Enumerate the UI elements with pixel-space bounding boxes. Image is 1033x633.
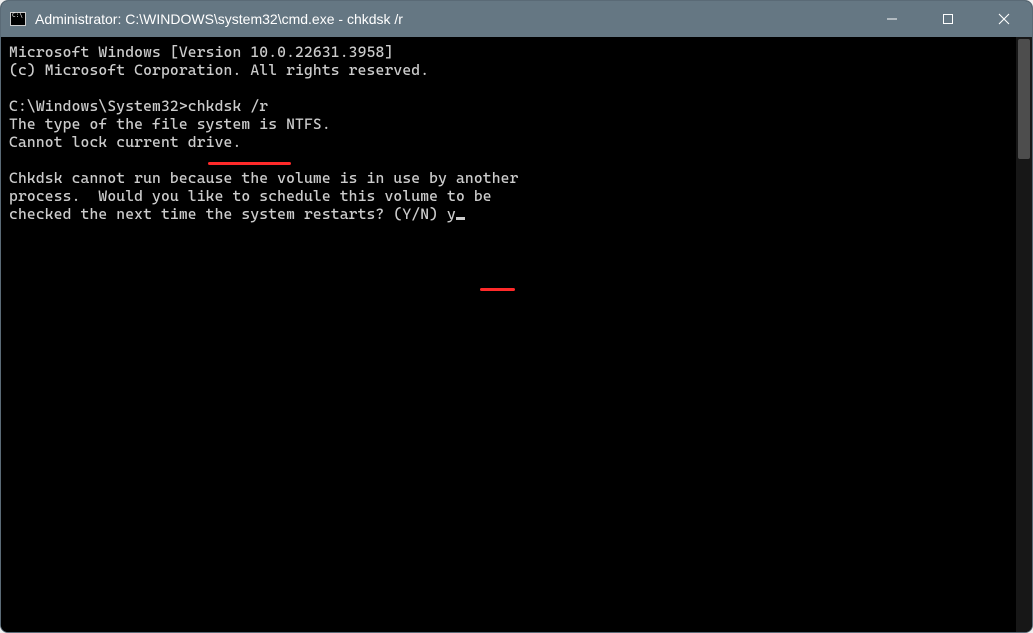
cmd-window: Administrator: C:\WINDOWS\system32\cmd.e… <box>0 0 1033 633</box>
text-cursor <box>456 217 465 220</box>
typed-command: chkdsk /r <box>188 97 268 115</box>
typed-answer: y <box>447 205 456 223</box>
fs-type-line: The type of the file system is NTFS. <box>9 115 331 133</box>
scrollbar-thumb[interactable] <box>1018 39 1030 159</box>
inuse-line-2: process. Would you like to schedule this… <box>9 187 492 205</box>
close-button[interactable] <box>976 1 1032 37</box>
maximize-icon <box>942 13 954 25</box>
scrollbar-track[interactable] <box>1016 37 1032 632</box>
lock-drive-line: Cannot lock current drive. <box>9 133 241 151</box>
version-line: Microsoft Windows [Version 10.0.22631.39… <box>9 43 393 61</box>
copyright-line: (c) Microsoft Corporation. All rights re… <box>9 61 429 79</box>
window-controls <box>864 1 1032 37</box>
window-title: Administrator: C:\WINDOWS\system32\cmd.e… <box>35 11 864 27</box>
terminal-output[interactable]: Microsoft Windows [Version 10.0.22631.39… <box>1 37 1016 632</box>
annotation-underline-answer <box>480 288 515 291</box>
inuse-line-1: Chkdsk cannot run because the volume is … <box>9 169 519 187</box>
annotation-underline-command <box>208 162 291 165</box>
inuse-line-3: checked the next time the system restart… <box>9 205 447 223</box>
terminal-area: Microsoft Windows [Version 10.0.22631.39… <box>1 37 1032 632</box>
maximize-button[interactable] <box>920 1 976 37</box>
close-icon <box>998 13 1010 25</box>
cmd-app-icon <box>9 10 27 28</box>
titlebar[interactable]: Administrator: C:\WINDOWS\system32\cmd.e… <box>1 1 1032 37</box>
prompt-path: C:\Windows\System32> <box>9 97 188 115</box>
minimize-icon <box>886 13 898 25</box>
minimize-button[interactable] <box>864 1 920 37</box>
